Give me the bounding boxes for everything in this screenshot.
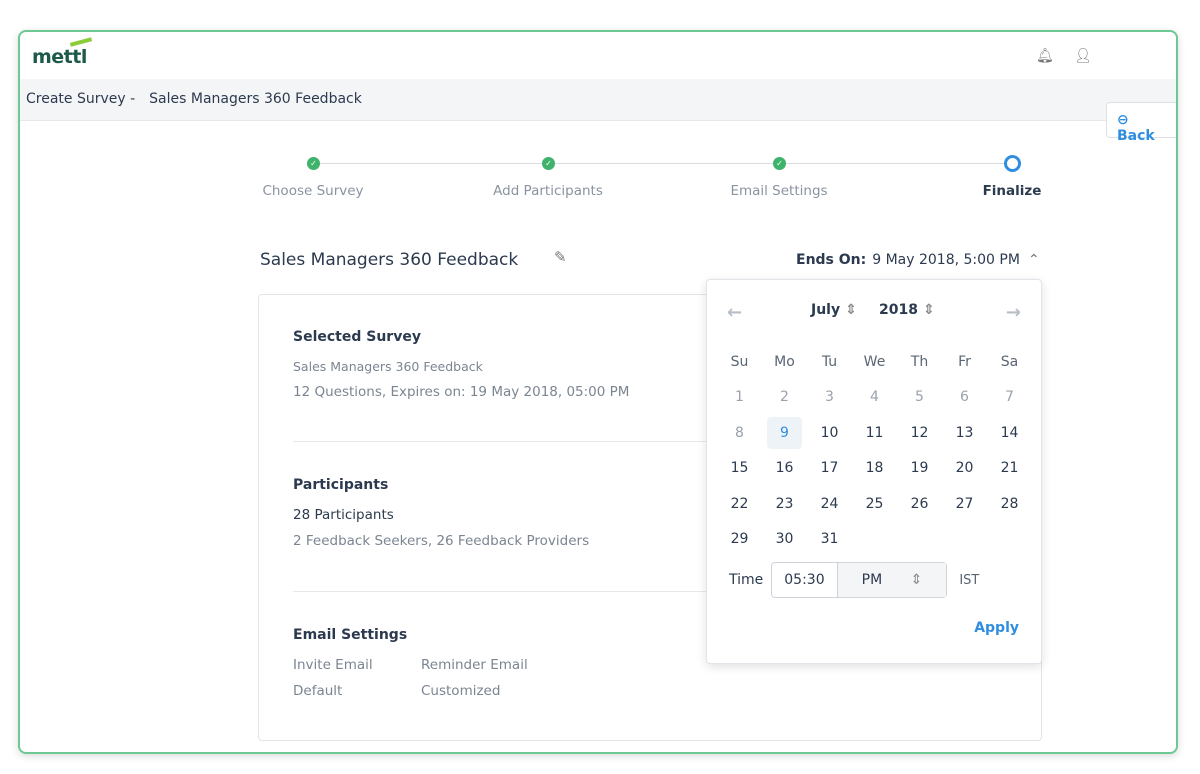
calendar-day[interactable]: 15 [717,460,762,476]
apply-button[interactable]: Apply [974,620,1019,636]
step-check-icon: ✓ [773,157,786,170]
month-select[interactable]: July ⇕ [811,302,857,318]
calendar-day[interactable]: 12 [897,425,942,441]
step-add-participants[interactable]: Add Participants [493,183,603,199]
weekday-label: Th [910,353,929,370]
calendar-day[interactable]: 27 [942,496,987,512]
divider [293,441,743,442]
weekday-label: Su [730,353,749,370]
stepper-line [320,163,1020,164]
calendar-day[interactable]: 24 [807,496,852,512]
calendar-day[interactable]: 22 [717,496,762,512]
calendar-day: 1 [735,389,744,406]
calendar-day[interactable]: 29 [717,531,762,547]
calendar-day[interactable]: 17 [807,460,852,476]
calendar-day[interactable]: 10 [807,425,852,441]
next-month-arrow-icon[interactable]: → [1006,302,1021,323]
breadcrumb-current: Sales Managers 360 Feedback [149,91,362,107]
year-select[interactable]: 2018 ⇕ [879,302,935,318]
calendar-day: 4 [870,389,879,406]
step-check-icon: ✓ [307,157,320,170]
weekday-label: We [863,353,886,370]
header: mettl 🔔︎ 👤︎ [20,32,1176,79]
calendar-day[interactable]: 11 [852,425,897,441]
calendar-day[interactable]: 23 [762,496,807,512]
calendar-day: 2 [780,389,789,406]
calendar-day[interactable]: 26 [897,496,942,512]
divider [293,591,743,592]
edit-pencil-icon[interactable]: ✎ [554,248,567,266]
step-choose-survey[interactable]: Choose Survey [262,183,363,199]
calendar-day[interactable]: 30 [762,531,807,547]
participants-section: Participants 28 Participants 2 Feedback … [293,477,590,549]
time-picker: Time 05:30 PM ⇕ IST [729,562,979,598]
back-arrow-icon: ⊖ [1117,112,1129,128]
bell-icon[interactable]: 🔔︎ [1036,48,1054,64]
app-window: mettl 🔔︎ 👤︎ Create Survey - Sales Manager… [18,30,1178,754]
user-icon[interactable]: 👤︎ [1074,48,1092,64]
weekday-label: Fr [958,353,971,370]
calendar-day[interactable]: 25 [852,496,897,512]
breadcrumb-root[interactable]: Create Survey - [26,91,135,107]
logo[interactable]: mettl [32,37,93,68]
calendar-day: 8 [735,424,744,441]
step-check-icon: ✓ [542,157,555,170]
back-button[interactable]: ⊖ Back [1106,102,1176,144]
step-email-settings[interactable]: Email Settings [730,183,827,199]
calendar-day: 6 [960,389,969,406]
weekday-label: Tu [821,353,838,370]
calendar-day[interactable]: 21 [987,460,1032,476]
email-settings-section: Email Settings Invite Email Reminder Emai… [293,627,528,699]
weekday-label: Mo [774,353,795,370]
weekday-label: Sa [1000,353,1019,370]
step-current-icon [1004,155,1021,172]
calendar-day[interactable]: 20 [942,460,987,476]
calendar-day[interactable]: 9 [767,416,802,449]
calendar-day[interactable]: 28 [987,496,1032,512]
ends-on-toggle[interactable]: Ends On: 9 May 2018, 5:00 PM ⌃ [796,252,1040,268]
calendar-day[interactable]: 31 [807,531,852,547]
calendar-day: 3 [825,389,834,406]
step-finalize[interactable]: Finalize [983,183,1042,199]
calendar-grid: Su Mo Tu We Th Fr Sa 1 2 3 4 5 6 7 8 9 10 11 12 13 14 15 16 17 1… [717,344,1032,557]
breadcrumb: Create Survey - Sales Managers 360 Feedba… [20,79,1176,121]
date-picker-popup: ← July ⇕ 2018 ⇕ → Su Mo Tu We Th Fr Sa 1 2 3 4 5 6 7 8… [706,279,1042,664]
calendar-day: 5 [915,389,924,406]
survey-title: Sales Managers 360 Feedback [260,250,519,270]
time-input[interactable]: 05:30 [772,563,836,597]
calendar-day[interactable]: 19 [897,460,942,476]
ampm-select[interactable]: PM ⇕ [836,563,947,597]
selected-survey-section: Selected Survey Sales Managers 360 Feedb… [293,329,630,400]
chevron-up-icon: ⌃ [1027,252,1040,268]
calendar-day[interactable]: 18 [852,460,897,476]
calendar-day[interactable]: 16 [762,460,807,476]
stepper: ✓ ✓ ✓ Choose Survey Add Participants Ema… [250,154,1050,204]
calendar-day[interactable]: 14 [987,425,1032,441]
calendar-day[interactable]: 13 [942,425,987,441]
prev-month-arrow-icon[interactable]: ← [727,302,742,323]
calendar-day: 7 [1005,389,1014,406]
